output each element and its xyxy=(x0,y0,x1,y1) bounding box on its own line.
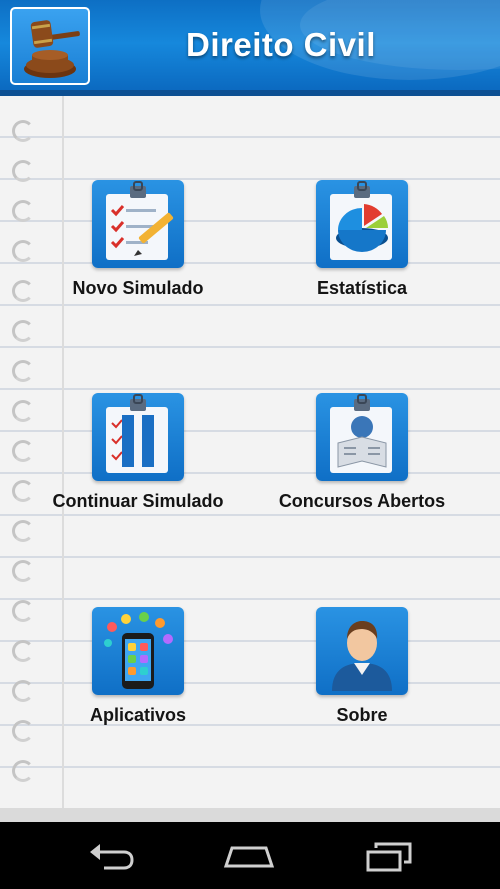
continuar-simulado-tile[interactable] xyxy=(92,393,184,481)
estatistica-tile[interactable] xyxy=(316,180,408,268)
menu-item-aplicativos[interactable]: Aplicativos xyxy=(18,607,258,726)
ring-icon xyxy=(12,760,34,782)
home-icon xyxy=(223,846,275,868)
person-avatar-icon xyxy=(332,621,392,691)
recent-apps-icon xyxy=(366,842,412,872)
gavel-icon xyxy=(24,20,80,78)
app-header: Direito Civil xyxy=(0,0,500,96)
pie-chart-icon xyxy=(330,181,392,260)
ring-icon xyxy=(12,360,34,382)
recent-apps-button[interactable] xyxy=(362,838,416,874)
sobre-label: Sobre xyxy=(336,705,388,725)
aplicativos-label: Aplicativos xyxy=(89,705,187,725)
novo-simulado-tile[interactable] xyxy=(92,180,184,268)
smartphone-apps-icon xyxy=(104,612,173,689)
back-button[interactable] xyxy=(84,838,138,874)
menu-item-concursos-abertos[interactable]: Concursos Abertos xyxy=(242,393,482,512)
app-logo xyxy=(10,7,90,85)
ring-icon xyxy=(12,560,34,582)
ring-icon xyxy=(12,120,34,142)
paper-edge xyxy=(0,808,500,822)
estatistica-label: Estatística xyxy=(316,278,408,298)
aplicativos-tile[interactable] xyxy=(92,607,184,695)
menu-item-sobre[interactable]: Sobre xyxy=(242,607,482,726)
menu-item-estatistica[interactable]: Estatística xyxy=(242,180,482,299)
continuar-simulado-label: Continuar Simulado xyxy=(52,491,224,511)
novo-simulado-label: Novo Simulado xyxy=(72,278,204,298)
home-button[interactable] xyxy=(222,838,276,874)
ring-icon xyxy=(12,520,34,542)
pause-document-icon xyxy=(106,394,168,473)
menu-item-continuar-simulado[interactable]: Continuar Simulado xyxy=(18,393,258,512)
system-nav-bar xyxy=(0,822,500,889)
ring-icon xyxy=(12,320,34,342)
ring-icon xyxy=(12,160,34,182)
checklist-pencil-icon xyxy=(106,181,174,260)
concursos-abertos-label: Concursos Abertos xyxy=(278,491,446,511)
newspaper-reader-icon xyxy=(330,394,392,473)
back-icon xyxy=(90,844,134,870)
concursos-abertos-tile[interactable] xyxy=(316,393,408,481)
page-title: Direito Civil xyxy=(186,26,376,63)
menu-item-novo-simulado[interactable]: Novo Simulado xyxy=(18,180,258,299)
sobre-tile[interactable] xyxy=(316,607,408,695)
